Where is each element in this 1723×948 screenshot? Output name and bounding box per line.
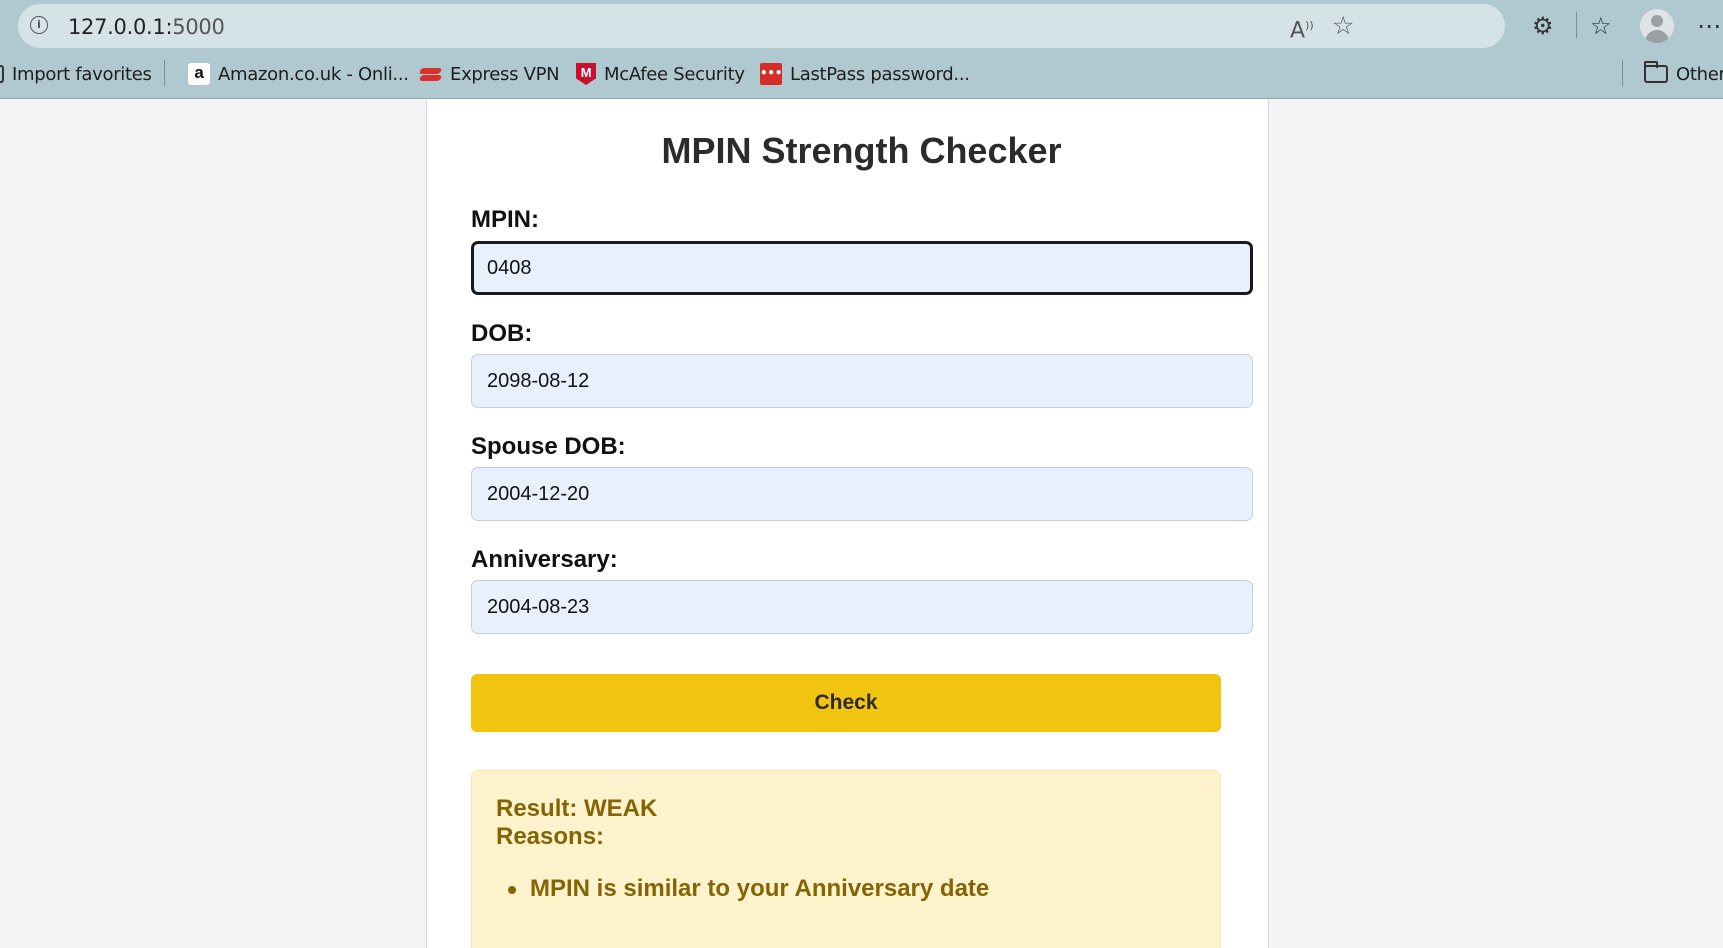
more-menu-icon[interactable]: ⋯ bbox=[1697, 12, 1721, 40]
url-text[interactable]: 127.0.0.1:5000 bbox=[68, 15, 225, 39]
bookmark-divider bbox=[164, 60, 165, 86]
reasons-heading: Reasons: bbox=[496, 823, 605, 850]
bookmark-amazon[interactable]: a Amazon.co.uk - Onli... bbox=[188, 56, 409, 92]
dob-input[interactable] bbox=[471, 354, 1253, 408]
address-bar[interactable]: i 127.0.0.1:5000 A)) ☆ bbox=[18, 4, 1505, 48]
bookmark-divider bbox=[1622, 60, 1623, 86]
bookmark-other-favorites[interactable]: Other bbox=[1644, 56, 1723, 92]
bookmarks-bar: Import favorites a Amazon.co.uk - Onli..… bbox=[0, 56, 1723, 92]
check-button[interactable]: Check bbox=[471, 674, 1221, 732]
bookmark-label: Express VPN bbox=[450, 63, 560, 85]
site-info-icon[interactable]: i bbox=[30, 16, 48, 34]
mpin-label: MPIN: bbox=[471, 206, 539, 233]
expressvpn-icon bbox=[418, 65, 443, 83]
spouse-dob-label: Spouse DOB: bbox=[471, 433, 626, 460]
page-title: MPIN Strength Checker bbox=[661, 130, 1062, 171]
toolbar-divider bbox=[1576, 12, 1577, 38]
profile-avatar[interactable] bbox=[1640, 9, 1674, 43]
bookmark-label: McAfee Security bbox=[604, 63, 745, 85]
favorites-icon[interactable]: ☆ bbox=[1590, 12, 1612, 40]
dob-label: DOB: bbox=[471, 320, 533, 347]
mcafee-icon: M bbox=[576, 63, 596, 85]
result-status: Result: WEAK bbox=[496, 795, 658, 822]
amazon-icon: a bbox=[188, 63, 210, 85]
bookmark-import-favorites[interactable]: Import favorites bbox=[0, 56, 152, 92]
bookmark-lastpass[interactable]: ••• LastPass password... bbox=[760, 56, 970, 92]
bookmark-mcafee[interactable]: M McAfee Security bbox=[576, 56, 745, 92]
bookmark-label: LastPass password... bbox=[790, 63, 970, 85]
bookmark-label: Other bbox=[1676, 63, 1723, 85]
anniversary-label: Anniversary: bbox=[471, 546, 618, 573]
import-icon bbox=[0, 65, 4, 83]
star-icon[interactable]: ☆ bbox=[1332, 13, 1354, 38]
anniversary-input[interactable] bbox=[471, 580, 1253, 634]
spouse-dob-input[interactable] bbox=[471, 467, 1253, 521]
folder-icon bbox=[1644, 61, 1668, 83]
bookmark-label: Import favorites bbox=[12, 63, 152, 85]
read-aloud-icon[interactable]: A)) bbox=[1290, 14, 1314, 43]
bookmark-express-vpn[interactable]: Express VPN bbox=[418, 56, 560, 92]
mpin-input[interactable] bbox=[471, 241, 1253, 295]
lastpass-icon: ••• bbox=[760, 63, 782, 85]
result-panel: Result: WEAK Reasons: MPIN is similar to… bbox=[471, 770, 1221, 948]
bookmark-label: Amazon.co.uk - Onli... bbox=[218, 63, 409, 85]
reason-item: MPIN is similar to your Anniversary date bbox=[507, 875, 990, 902]
extensions-icon[interactable]: ⚙ bbox=[1532, 12, 1554, 40]
